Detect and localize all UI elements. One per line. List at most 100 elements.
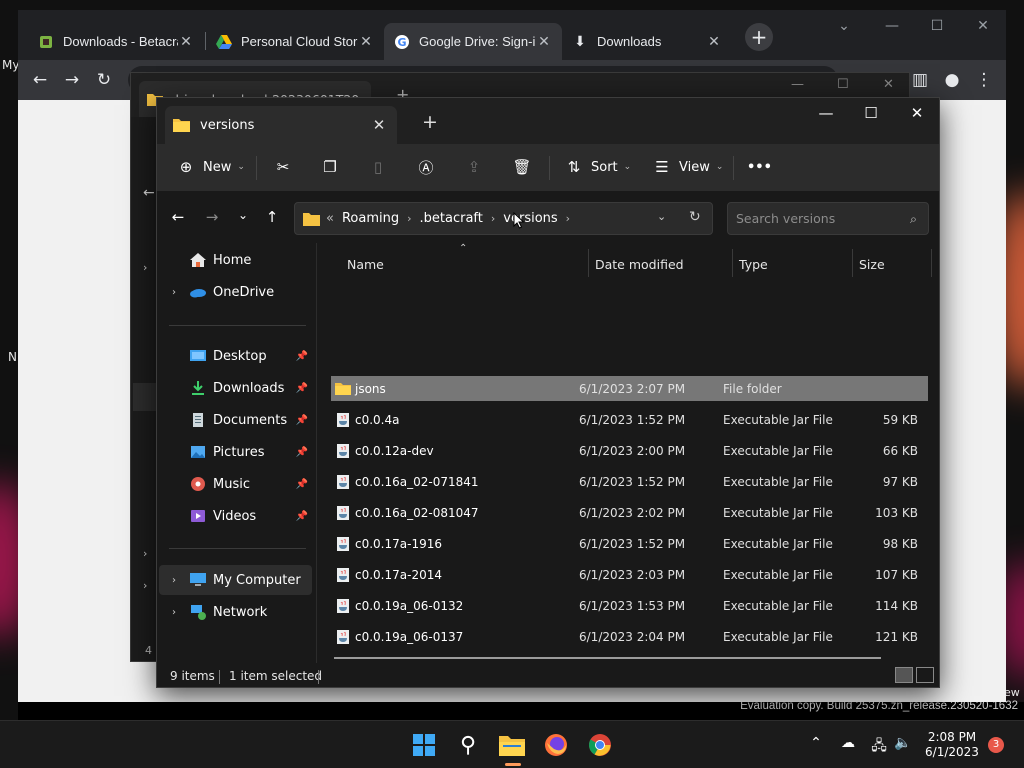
chevron-up-icon[interactable]: ⌃ [806,735,826,751]
recent-locations-icon[interactable]: ⌄ [233,208,253,222]
close-icon[interactable]: ✕ [883,77,894,92]
reload-icon[interactable]: ↻ [94,70,114,90]
delete-button[interactable]: 🗑 [511,154,533,180]
close-icon[interactable]: ✕ [369,116,389,134]
breadcrumb-overflow[interactable]: « [326,211,334,226]
menu-icon[interactable]: ⋮ [974,70,994,90]
chevron-right-icon[interactable]: › [143,261,147,274]
maximize-icon[interactable]: ☐ [927,18,947,34]
chevron-right-icon[interactable]: › [143,579,147,592]
forward-icon[interactable]: → [62,70,82,90]
chevron-right-icon[interactable]: › [491,212,495,225]
close-icon[interactable]: ✕ [706,33,722,50]
sidebar-item-pictures[interactable]: Pictures 📌 [159,437,312,467]
up-icon[interactable]: ↑ [262,208,282,226]
back-icon[interactable]: ← [143,185,155,201]
explorer-tab-versions[interactable]: versions ✕ [165,106,397,144]
maximize-icon[interactable]: ☐ [856,104,886,122]
column-header-size[interactable]: Size [859,257,885,272]
column-divider[interactable] [732,249,733,277]
system-clock[interactable]: 2:08 PM 6/1/2023 [918,730,986,760]
sidebar-item-music[interactable]: Music 📌 [159,469,312,499]
tiles-view-icon[interactable] [916,667,934,683]
breadcrumb-roaming[interactable]: Roaming [342,211,399,226]
sidebar-item-videos[interactable]: Videos 📌 [159,501,312,531]
notification-badge[interactable]: 3 [988,737,1004,753]
forward-icon[interactable]: → [202,208,222,226]
maximize-icon[interactable]: ☐ [837,77,849,92]
chrome-tab-google-signin[interactable]: G Google Drive: Sign-in ✕ [384,23,562,60]
breadcrumb-versions[interactable]: versions [503,211,557,226]
windows-start-icon[interactable] [410,731,438,759]
details-view-icon[interactable] [895,667,913,683]
chevron-right-icon[interactable]: › [566,212,570,225]
column-header-name[interactable]: Name [347,257,384,272]
close-icon[interactable]: ✕ [536,33,552,50]
view-button[interactable]: ☰ View ⌄ [651,154,723,180]
pin-icon[interactable]: 📌 [296,511,308,522]
pin-icon[interactable]: 📌 [296,479,308,490]
table-row[interactable]: c0.0.17a-1916 6/1/2023 1:52 PM Executabl… [331,531,928,556]
chrome-tab-downloads[interactable]: ⬇ Downloads ✕ [562,23,732,60]
close-icon[interactable]: ✕ [902,104,932,122]
sidebar-item-onedrive[interactable]: › OneDrive [159,277,312,307]
new-tab-button[interactable]: + [745,23,773,51]
cut-button[interactable]: ✂ [272,154,294,180]
chevron-right-icon[interactable]: › [159,287,189,298]
chrome-tab-drive[interactable]: Personal Cloud Storage ✕ [206,23,384,60]
new-button[interactable]: ⊕ New ⌄ [175,154,245,180]
profile-icon[interactable]: ● [942,70,962,90]
minimize-icon[interactable]: — [882,18,902,34]
table-row[interactable]: jsons 6/1/2023 2:07 PM File folder [331,376,928,401]
sidebar-item-home[interactable]: Home [159,245,312,275]
search-icon[interactable]: ⚲ [454,731,482,759]
pin-icon[interactable]: 📌 [296,383,308,394]
column-divider[interactable] [588,249,589,277]
close-icon[interactable]: ✕ [178,33,194,50]
sidebar-item-desktop[interactable]: Desktop 📌 [159,341,312,371]
table-row[interactable]: c0.0.12a-dev 6/1/2023 2:00 PM Executable… [331,438,928,463]
horizontal-scrollbar[interactable] [334,657,881,659]
table-row[interactable]: c0.0.19a_06-0137 6/1/2023 2:04 PM Execut… [331,624,928,649]
chevron-right-icon[interactable]: › [143,547,147,560]
new-tab-icon[interactable]: + [419,111,441,133]
chevron-right-icon[interactable]: › [407,212,411,225]
minimize-icon[interactable]: — [791,77,804,92]
explorer-window[interactable]: versions ✕ + — ☐ ✕ ⊕ New ⌄ ✂ ❐ ▯ Ⓐ ⇪ 🗑 ⇅… [156,97,940,688]
tab-search-icon[interactable]: ⌄ [834,18,854,34]
copy-button[interactable]: ❐ [319,154,341,180]
table-row[interactable]: c0.0.16a_02-081047 6/1/2023 2:02 PM Exec… [331,500,928,525]
close-icon[interactable]: ✕ [358,33,374,50]
refresh-icon[interactable]: ↻ [689,209,701,225]
network-icon[interactable]: 🖧 [869,735,889,759]
chevron-right-icon[interactable]: › [159,575,189,586]
column-header-type[interactable]: Type [739,257,768,272]
more-options-button[interactable]: ••• [747,154,772,180]
pin-icon[interactable]: 📌 [296,351,308,362]
chevron-down-icon[interactable]: ⌄ [657,210,666,223]
sidebar-item-documents[interactable]: Documents 📌 [159,405,312,435]
rename-button[interactable]: Ⓐ [415,154,437,180]
breadcrumb-betacraft[interactable]: .betacraft [420,211,483,226]
back-icon[interactable]: ← [168,208,188,226]
chrome-icon[interactable] [586,731,614,759]
firefox-icon[interactable] [542,731,570,759]
column-header-date[interactable]: Date modified [595,257,684,272]
volume-icon[interactable]: 🔈 [893,735,913,751]
table-row[interactable]: c0.0.17a-2014 6/1/2023 2:03 PM Executabl… [331,562,928,587]
column-divider[interactable] [852,249,853,277]
file-explorer-icon[interactable] [498,731,526,759]
chevron-right-icon[interactable]: › [159,607,189,618]
search-input[interactable]: Search versions ⌕ [727,202,929,235]
paste-button[interactable]: ▯ [367,154,389,180]
sidebar-item-my-computer[interactable]: › My Computer [159,565,312,595]
sort-button[interactable]: ⇅ Sort ⌄ [563,154,632,180]
chrome-tab-betacraft[interactable]: Downloads - Betacraft ✕ [28,23,204,60]
share-button[interactable]: ⇪ [463,154,485,180]
pin-icon[interactable]: 📌 [296,447,308,458]
column-divider[interactable] [931,249,932,277]
table-row[interactable]: c0.0.4a 6/1/2023 1:52 PM Executable Jar … [331,407,928,432]
breadcrumb[interactable]: « Roaming › .betacraft › versions › ⌄ ↻ [294,202,713,235]
cloud-offline-icon[interactable]: ☁ [838,735,858,751]
sidebar-icon[interactable]: ▥ [910,70,930,90]
